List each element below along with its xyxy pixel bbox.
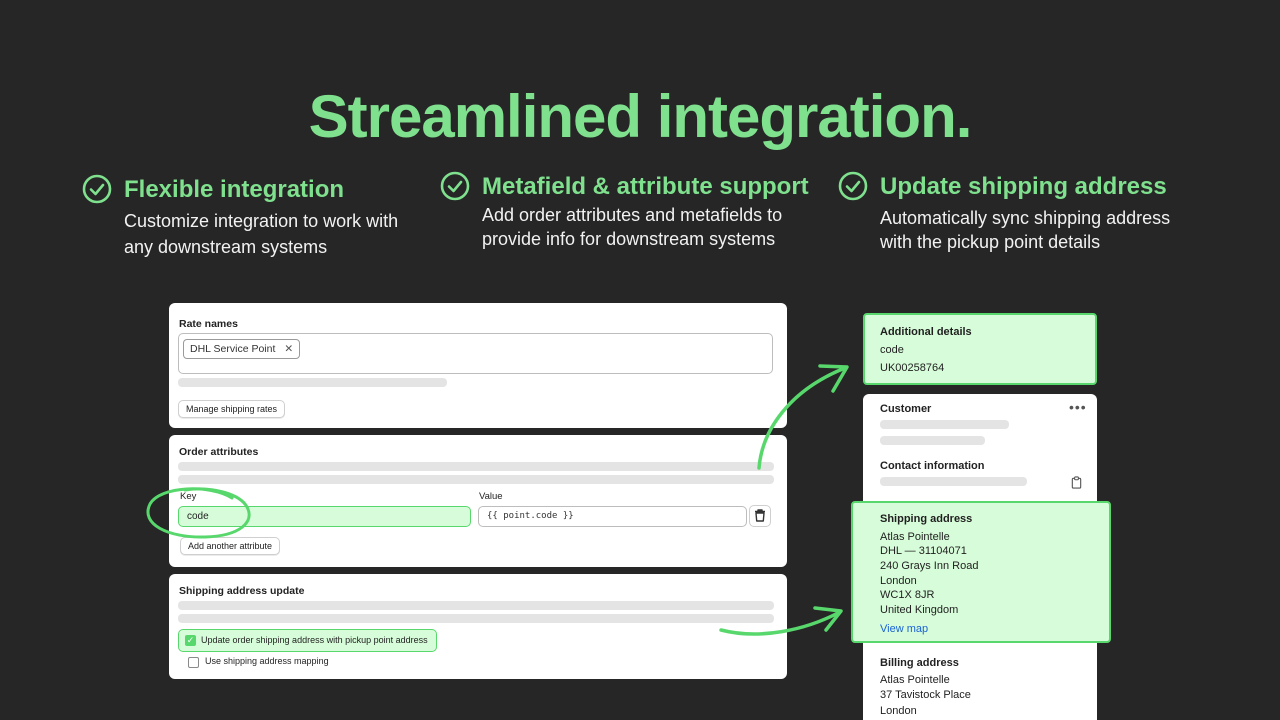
additional-details-panel: Additional details code UK00258764 [863,313,1097,385]
value-input[interactable]: {{ point.code }} [478,506,747,527]
manage-shipping-rates-button[interactable]: Manage shipping rates [178,400,286,418]
skeleton-line [178,601,774,610]
view-map-link[interactable]: View map [880,623,928,635]
more-options-icon[interactable]: ••• [1069,399,1087,415]
additional-details-key: code [880,344,904,356]
feature-update-shipping-address: Update shipping address Automatically sy… [838,171,1218,261]
feature-title: Flexible integration [124,176,345,203]
order-attributes-card: Order attributes Key code Value {{ point… [169,435,787,567]
option-use-mapping[interactable]: Use shipping address mapping [184,655,404,671]
trash-icon [755,509,765,522]
headline: Streamlined integration. [308,83,973,150]
delete-button[interactable] [749,505,771,527]
additional-details-title: Additional details [880,326,972,338]
skeleton-line [178,378,447,387]
feature-flexible-integration: Flexible integration Customize integrati… [82,174,442,264]
shipping-line: 240 Grays Inn Road [880,560,979,572]
shipping-address-panel: Shipping address Atlas Pointelle DHL — 3… [851,501,1111,643]
feature-title: Update shipping address [880,173,1167,200]
key-label: Key [180,491,197,502]
shipping-line: United Kingdom [880,604,959,616]
clipboard-icon[interactable] [1070,476,1083,489]
shipping-line: DHL — 31104071 [880,545,967,557]
billing-line: Atlas Pointelle [880,674,950,686]
add-another-attribute-button[interactable]: Add another attribute [180,537,281,555]
customer-title: Customer [880,403,932,415]
option-label: Use shipping address mapping [205,656,329,666]
check-circle-icon [838,171,868,201]
billing-address-title: Billing address [880,657,959,669]
skeleton-line [880,436,985,445]
shipping-line: London [880,575,917,587]
skeleton-line [178,475,774,484]
value-label: Value [479,491,503,502]
feature-title: Metafield & attribute support [482,173,809,200]
option-label: Update order shipping address with picku… [201,635,428,645]
close-icon[interactable]: ✕ [284,343,293,355]
check-circle-icon [82,174,112,204]
shipping-line: WC1X 8JR [880,589,935,601]
checkbox-checked[interactable]: ✓ [185,635,196,646]
skeleton-line [880,477,1027,486]
skeleton-line [178,614,774,623]
order-attributes-title: Order attributes [179,446,259,458]
skeleton-line [178,462,774,471]
shipping-update-title: Shipping address update [179,585,305,597]
option-update-order-address[interactable]: ✓ Update order shipping address with pic… [178,629,437,652]
check-circle-icon [440,171,470,201]
key-input[interactable]: code [178,506,471,527]
rate-names-title: Rate names [179,318,238,330]
shipping-address-update-card: Shipping address update ✓ Update order s… [169,574,787,679]
rate-name-tag[interactable]: DHL Service Point ✕ [183,339,301,359]
feature-metafield-support: Metafield & attribute support Add order … [440,171,820,261]
shipping-line: Atlas Pointelle [880,531,950,543]
additional-details-value: UK00258764 [880,362,945,374]
feature-description: Add order attributes and metafields to p… [482,205,783,249]
feature-description: Automatically sync shipping address with… [880,208,1171,252]
checkbox-unchecked[interactable] [188,657,199,668]
shipping-address-title: Shipping address [880,513,973,525]
billing-line: London [880,705,917,717]
skeleton-line [880,420,1009,429]
tag-label: DHL Service Point [190,343,276,355]
contact-information-title: Contact information [880,460,985,472]
feature-description: Customize integration to work with any d… [124,211,399,257]
rate-names-card: Rate names DHL Service Point ✕ Manage sh… [169,303,787,428]
billing-line: 37 Tavistock Place [880,689,971,701]
